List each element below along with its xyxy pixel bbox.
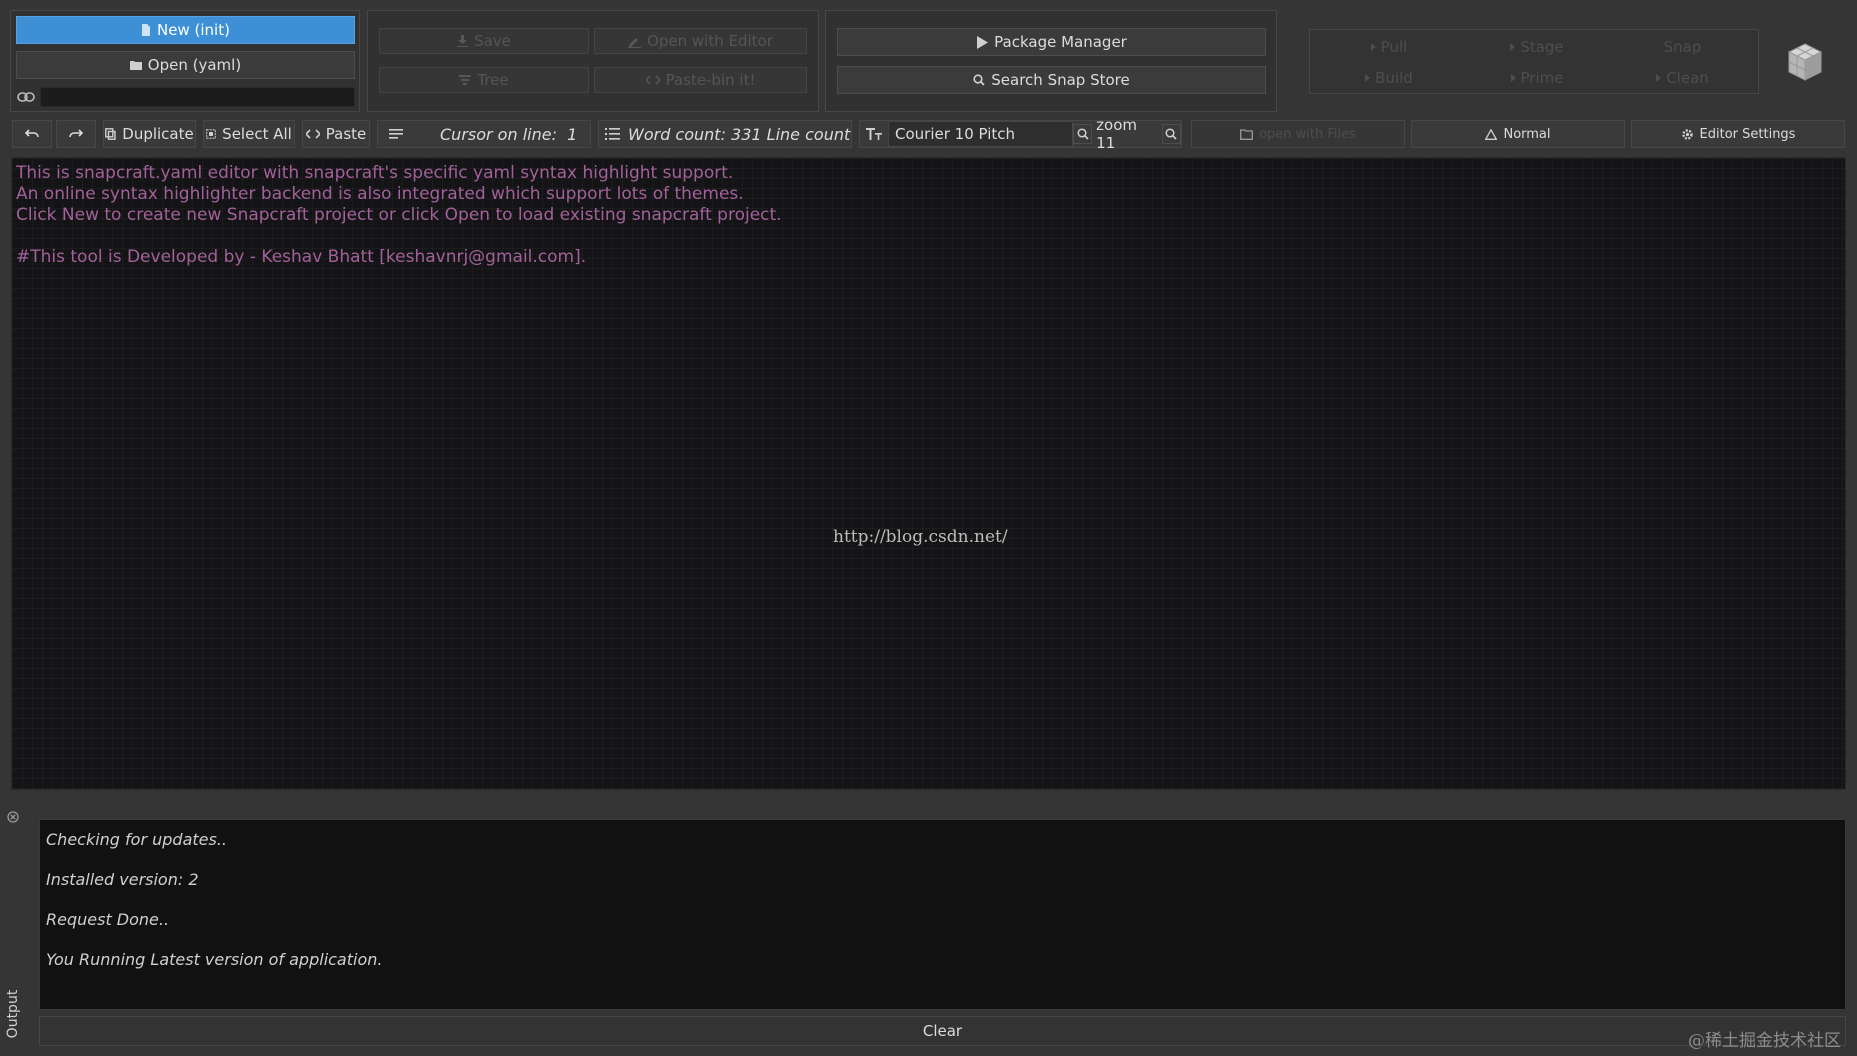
- select-all-icon: [206, 129, 216, 139]
- filter-icon: [459, 75, 472, 85]
- code-icon: [645, 75, 660, 85]
- url-input[interactable]: [40, 87, 355, 107]
- zoom-out-icon[interactable]: [1073, 124, 1093, 144]
- open-yaml-button[interactable]: Open (yaml): [16, 51, 355, 79]
- undo-icon: [25, 129, 39, 139]
- snap-label: Snap: [1663, 38, 1702, 56]
- open-with-editor-label: Open with Editor: [647, 32, 773, 50]
- caret-right-icon: [1370, 43, 1376, 51]
- redo-button[interactable]: [56, 120, 96, 148]
- clean-button[interactable]: Clean: [1615, 67, 1750, 89]
- tree-label: Tree: [477, 71, 509, 89]
- caret-right-icon: [1510, 43, 1516, 51]
- pull-label: Pull: [1380, 38, 1408, 56]
- new-init-label: New (init): [157, 21, 230, 39]
- app-logo-icon: [1785, 40, 1825, 84]
- open-with-editor-button[interactable]: Open with Editor: [594, 28, 807, 54]
- link-icon: [16, 89, 36, 105]
- tree-button[interactable]: Tree: [379, 67, 589, 93]
- output-side-label-text: Output: [5, 989, 21, 1039]
- output-side-label: Output: [5, 989, 25, 1039]
- output-line: Request Done..: [46, 910, 170, 929]
- pastebin-button[interactable]: Paste-bin it!: [594, 67, 807, 93]
- cursor-position-display: Cursor on line: 1: [377, 120, 591, 148]
- snap-button[interactable]: Snap: [1615, 36, 1750, 58]
- output-line: Checking for updates..: [46, 830, 228, 849]
- caret-right-icon: [1365, 74, 1371, 82]
- corner-watermark: @稀土掘金技术社区: [1688, 1031, 1841, 1051]
- clean-label: Clean: [1666, 69, 1709, 87]
- output-line: You Running Latest version of applicatio…: [46, 950, 383, 969]
- open-yaml-label: Open (yaml): [147, 56, 242, 74]
- paste-label: Paste: [325, 125, 367, 143]
- word-count-text: Word count: 331 Line count: 1: [628, 124, 852, 144]
- editor-settings-button[interactable]: Editor Settings: [1631, 120, 1845, 148]
- stage-label: Stage: [1520, 38, 1564, 56]
- clear-output-label: Clear: [922, 1022, 963, 1040]
- font-family-value: Courier 10 Pitch: [895, 125, 1016, 143]
- stage-button[interactable]: Stage: [1467, 36, 1607, 58]
- folder-icon: [1240, 128, 1254, 140]
- select-all-button[interactable]: Select All: [203, 120, 295, 148]
- warning-icon: [1485, 128, 1498, 140]
- save-label: Save: [474, 32, 511, 50]
- mode-label: Normal: [1503, 126, 1551, 142]
- output-line: Installed version: 2: [46, 870, 199, 889]
- output-log[interactable]: Checking for updates.. Installed version…: [39, 819, 1846, 1010]
- undo-button[interactable]: [12, 120, 52, 148]
- close-panel-icon[interactable]: [6, 810, 20, 824]
- center-watermark: http://blog.csdn.net/: [833, 527, 1008, 547]
- search-snap-store-label: Search Snap Store: [991, 71, 1130, 89]
- mode-button[interactable]: Normal: [1411, 120, 1625, 148]
- open-with-files-label: open with Files: [1259, 126, 1356, 142]
- search-icon: [973, 74, 985, 86]
- clear-output-button[interactable]: Clear: [39, 1016, 1846, 1046]
- zoom-control: zoom 11: [1072, 116, 1182, 152]
- duplicate-label: Duplicate: [122, 125, 194, 143]
- prime-label: Prime: [1520, 69, 1564, 87]
- editor-line: #This tool is Developed by - Keshav Bhat…: [16, 247, 587, 267]
- prime-button[interactable]: Prime: [1467, 67, 1607, 89]
- new-init-button[interactable]: New (init): [16, 16, 355, 44]
- zoom-in-icon[interactable]: [1161, 124, 1181, 144]
- yaml-editor[interactable]: This is snapcraft.yaml editor with snapc…: [11, 157, 1846, 790]
- pencil-icon: [628, 35, 642, 48]
- redo-icon: [69, 129, 83, 139]
- store-group: [825, 10, 1277, 112]
- select-all-label: Select All: [222, 125, 292, 143]
- save-button[interactable]: Save: [379, 28, 589, 54]
- file-actions-group: [367, 10, 819, 112]
- code-icon: [305, 129, 320, 139]
- download-icon: [457, 35, 469, 47]
- file-icon: [141, 24, 151, 36]
- caret-right-icon: [1656, 74, 1662, 82]
- editor-line: An online syntax highlighter backend is …: [16, 184, 744, 204]
- editor-settings-label: Editor Settings: [1699, 126, 1796, 142]
- open-with-files-button[interactable]: open with Files: [1191, 120, 1405, 148]
- editor-line: Click New to create new Snapcraft projec…: [16, 205, 782, 225]
- play-icon: [976, 35, 989, 49]
- paste-button[interactable]: Paste: [302, 120, 370, 148]
- word-count-display: Word count: 331 Line count: 1: [598, 120, 852, 148]
- search-snap-store-button[interactable]: Search Snap Store: [837, 66, 1266, 94]
- package-manager-label: Package Manager: [994, 33, 1127, 51]
- align-left-icon: [386, 129, 406, 139]
- pull-button[interactable]: Pull: [1319, 36, 1459, 58]
- duplicate-button[interactable]: Duplicate: [103, 120, 196, 148]
- copy-icon: [105, 128, 116, 140]
- package-manager-button[interactable]: Package Manager: [837, 28, 1266, 56]
- build-button[interactable]: Build: [1319, 67, 1459, 89]
- zoom-level: zoom 11: [1096, 116, 1137, 152]
- list-icon: [605, 128, 620, 140]
- font-size-icon: [860, 128, 888, 140]
- pastebin-label: Paste-bin it!: [665, 71, 756, 89]
- caret-right-icon: [1510, 74, 1516, 82]
- cursor-position-text: Cursor on line: 1: [440, 124, 578, 144]
- folder-icon: [129, 60, 142, 70]
- gear-icon: [1681, 128, 1694, 141]
- editor-line: This is snapcraft.yaml editor with snapc…: [16, 163, 734, 183]
- build-label: Build: [1375, 69, 1413, 87]
